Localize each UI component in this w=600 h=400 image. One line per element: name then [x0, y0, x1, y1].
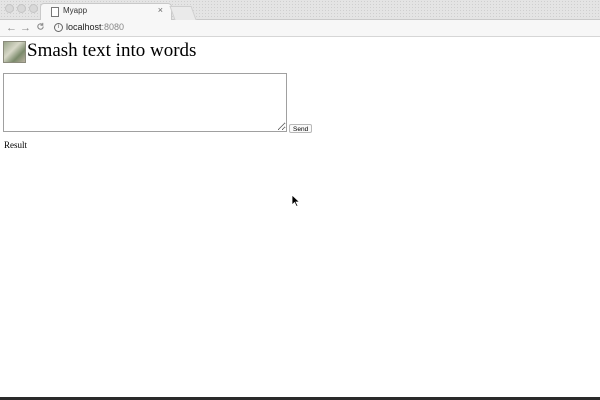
reload-glyph: [37, 22, 44, 30]
url-host: localhost: [66, 22, 102, 32]
text-input-area[interactable]: [3, 73, 287, 132]
page-title: Smash text into words: [27, 40, 197, 61]
tab-close-icon[interactable]: ×: [158, 5, 163, 15]
info-icon[interactable]: i: [54, 23, 63, 32]
mouse-pointer-icon: [291, 194, 301, 208]
send-button[interactable]: Send: [289, 124, 313, 133]
back-arrow-icon[interactable]: ←: [6, 21, 17, 35]
new-tab-button[interactable]: [169, 6, 197, 20]
page-content: Smash text into words Send Result: [0, 37, 600, 397]
forward-arrow-icon[interactable]: →: [20, 21, 31, 35]
app-logo-image: [3, 41, 26, 63]
minimize-window-icon[interactable]: [17, 4, 26, 13]
maximize-window-icon[interactable]: [29, 4, 38, 13]
browser-tab-strip: Myapp ×: [0, 0, 600, 21]
reload-icon[interactable]: [36, 21, 45, 35]
tab-title: Myapp: [63, 6, 88, 15]
browser-tab[interactable]: Myapp ×: [40, 3, 172, 21]
document-icon: [51, 7, 59, 17]
close-window-icon[interactable]: [5, 4, 14, 13]
result-label: Result: [4, 140, 28, 150]
address-bar[interactable]: localhost:8080: [66, 22, 124, 32]
browser-toolbar: ← → i localhost:8080: [0, 20, 600, 37]
url-port: :8080: [101, 22, 125, 32]
